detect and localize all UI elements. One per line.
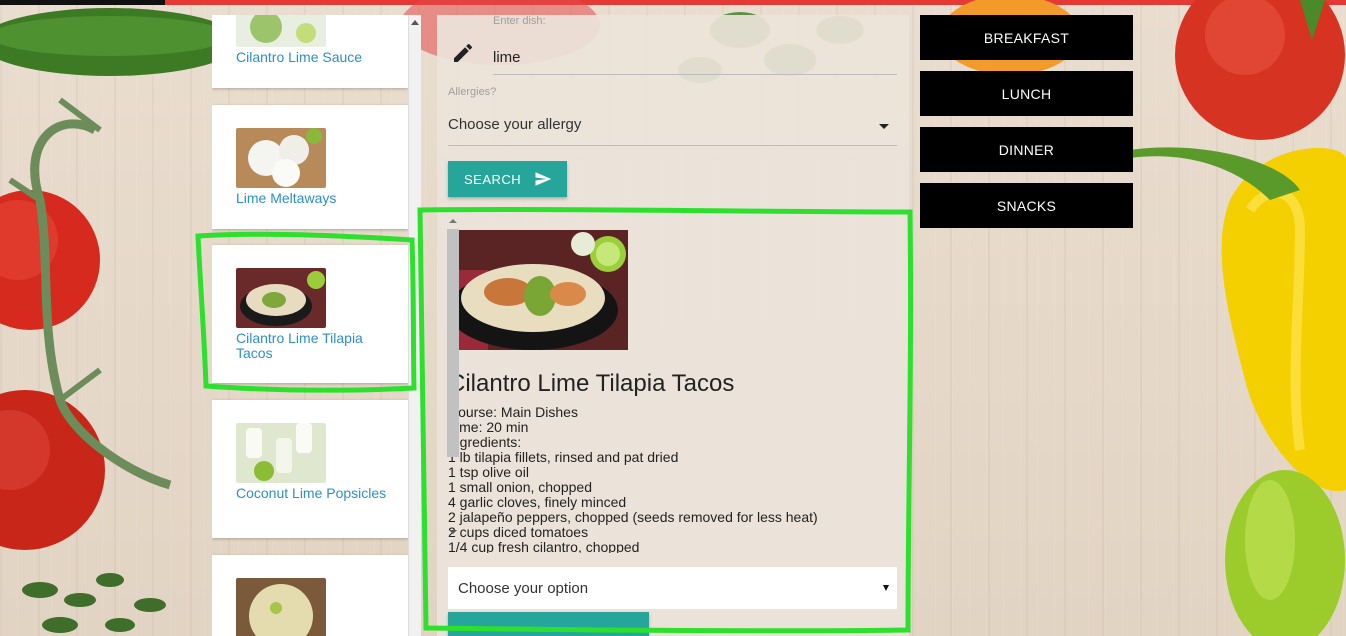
ingredient-item: 1/4 cup fresh cilantro, chopped bbox=[448, 539, 640, 554]
lunch-button[interactable]: LUNCH bbox=[920, 71, 1133, 116]
scroll-down-icon[interactable] bbox=[449, 530, 457, 534]
dish-input[interactable] bbox=[493, 41, 897, 75]
recipe-photo bbox=[448, 230, 628, 350]
ingredient-item: 2 cups diced tomatoes bbox=[448, 524, 589, 540]
pencil-icon bbox=[454, 43, 473, 62]
recipe-title: Cilantro Lime Tilapia Tacos bbox=[448, 370, 735, 397]
recipe-title[interactable]: Cilantro Lime Tilapia Tacos bbox=[236, 331, 396, 361]
recipe-card-selected[interactable]: Cilantro Lime Tilapia Tacos bbox=[212, 245, 408, 383]
detail-scrollbar[interactable] bbox=[445, 215, 459, 538]
ingredient-item: 2 jalapeño peppers, chopped (seeds remov… bbox=[448, 509, 818, 525]
recipe-card[interactable]: Lime Meltaways bbox=[212, 105, 408, 229]
recipe-title[interactable]: Cilantro Lime Sauce bbox=[236, 50, 396, 65]
recipe-thumbnail bbox=[236, 268, 326, 328]
recipe-thumbnail bbox=[236, 15, 326, 47]
ingredients-label: Ingredients: bbox=[448, 434, 522, 450]
triangle-down-icon bbox=[883, 585, 889, 591]
sidebar-scrollbar[interactable] bbox=[408, 15, 421, 636]
recipe-list[interactable]: Cilantro Lime Sauce Lime Meltaways Cilan… bbox=[212, 15, 408, 636]
breakfast-button[interactable]: BREAKFAST bbox=[920, 15, 1133, 60]
dinner-button[interactable]: DINNER bbox=[920, 127, 1133, 172]
ingredient-item: 4 garlic cloves, finely minced bbox=[448, 494, 627, 510]
recipe-thumbnail bbox=[236, 578, 326, 636]
allergy-label: Allergies? bbox=[448, 86, 497, 98]
scroll-up-icon[interactable] bbox=[449, 219, 457, 223]
recipe-detail[interactable]: Cilantro Lime Tilapia Tacos Course: Main… bbox=[448, 230, 884, 553]
recipe-card[interactable]: Cilantro Lime Sauce bbox=[212, 15, 408, 88]
search-button[interactable]: SEARCH bbox=[448, 161, 567, 197]
recipe-course: Course: Main Dishes bbox=[448, 404, 578, 420]
recipe-thumbnail bbox=[236, 423, 326, 483]
recipe-time: Time: 20 min bbox=[448, 419, 529, 435]
allergy-select[interactable]: Choose your allergy bbox=[448, 107, 897, 146]
caret-down-icon bbox=[879, 124, 889, 129]
allergy-select-value: Choose your allergy bbox=[448, 116, 582, 133]
search-button-label: SEARCH bbox=[464, 171, 522, 187]
ingredient-item: 1 small onion, chopped bbox=[448, 479, 592, 495]
scrollbar-thumb[interactable] bbox=[447, 229, 459, 457]
recipe-title[interactable]: Lime Meltaways bbox=[236, 191, 396, 206]
add-button[interactable] bbox=[448, 612, 649, 636]
main-panel: Enter dish: Allergies? Choose your aller… bbox=[437, 15, 909, 636]
recipe-title[interactable]: Coconut Lime Popsicles bbox=[236, 486, 396, 501]
recipe-card[interactable] bbox=[212, 555, 408, 636]
option-select-value: Choose your option bbox=[458, 580, 589, 597]
scroll-up-icon[interactable] bbox=[411, 20, 419, 25]
recipe-card[interactable]: Coconut Lime Popsicles bbox=[212, 400, 408, 538]
send-icon bbox=[535, 172, 552, 186]
recipe-thumbnail bbox=[236, 128, 326, 188]
snacks-button[interactable]: SNACKS bbox=[920, 183, 1133, 228]
recipe-info: Course: Main Dishes Time: 20 min Ingredi… bbox=[448, 404, 878, 554]
ingredient-item: 1 lb tilapia fillets, rinsed and pat dri… bbox=[448, 449, 679, 465]
dish-label: Enter dish: bbox=[493, 15, 546, 27]
option-select[interactable]: Choose your option bbox=[448, 567, 897, 609]
ingredient-item: 1 tsp olive oil bbox=[448, 464, 529, 480]
